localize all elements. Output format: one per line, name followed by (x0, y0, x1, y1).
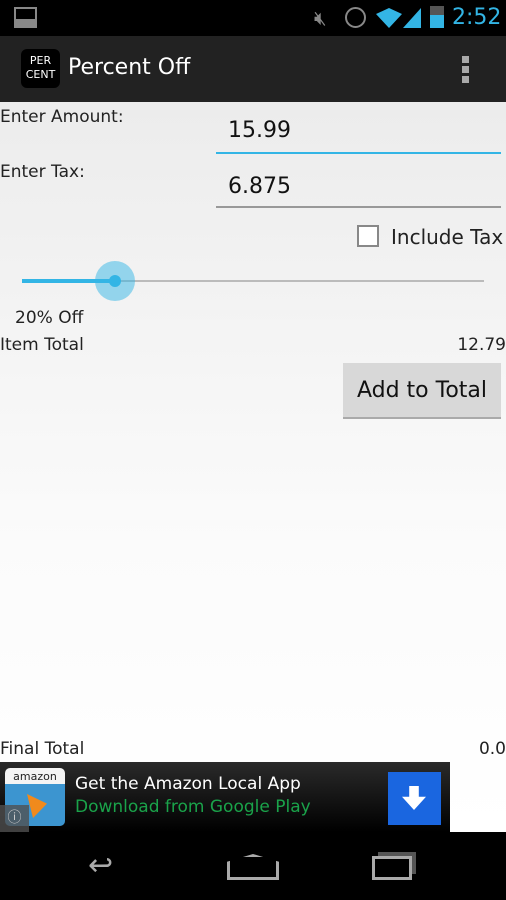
app-title: Percent Off (68, 55, 191, 80)
include-tax-label: Include Tax (391, 225, 504, 249)
ad-banner[interactable]: amazon ⓘ Get the Amazon Local App Downlo… (0, 762, 450, 832)
final-total-value: 0.0 (478, 739, 506, 759)
home-icon[interactable] (227, 854, 279, 880)
slider-thumb[interactable] (95, 261, 135, 301)
amount-input[interactable]: 15.99 (216, 114, 501, 154)
navigation-bar: ↩ (0, 832, 506, 900)
wifi-icon (376, 8, 402, 28)
include-tax-checkbox[interactable] (357, 225, 379, 247)
discount-slider[interactable] (22, 260, 484, 301)
amount-label: Enter Amount: (0, 107, 124, 127)
download-button[interactable] (388, 772, 441, 825)
action-bar: PER CENT Percent Off (0, 36, 506, 102)
add-to-total-button[interactable]: Add to Total (343, 363, 501, 419)
overflow-menu-icon[interactable] (459, 54, 471, 86)
image-icon (14, 7, 37, 28)
download-arrow-icon (402, 786, 426, 810)
tax-input[interactable]: 6.875 (216, 170, 501, 208)
alarm-icon (345, 7, 366, 28)
item-total-value: 12.79 (457, 335, 506, 355)
ad-info-icon[interactable]: ⓘ (0, 805, 29, 832)
item-total-label: Item Total (0, 335, 84, 355)
main-content: Enter Amount: 15.99 Enter Tax: 6.875 Inc… (0, 102, 506, 832)
final-total-label: Final Total (0, 739, 85, 759)
ad-title: Get the Amazon Local App (75, 774, 301, 794)
signal-icon (403, 8, 421, 28)
recent-apps-icon[interactable] (372, 856, 412, 880)
app-logo[interactable]: PER CENT (21, 49, 60, 88)
back-icon[interactable]: ↩ (88, 851, 136, 881)
battery-icon (430, 6, 444, 28)
ad-subtitle: Download from Google Play (75, 797, 311, 817)
clock: 2:52 (452, 5, 502, 30)
status-bar: 🔇︎ 2:52 (0, 0, 506, 36)
discount-label: 20% Off (15, 308, 84, 328)
tax-label: Enter Tax: (0, 162, 85, 182)
mute-icon: 🔇︎ (314, 6, 327, 30)
